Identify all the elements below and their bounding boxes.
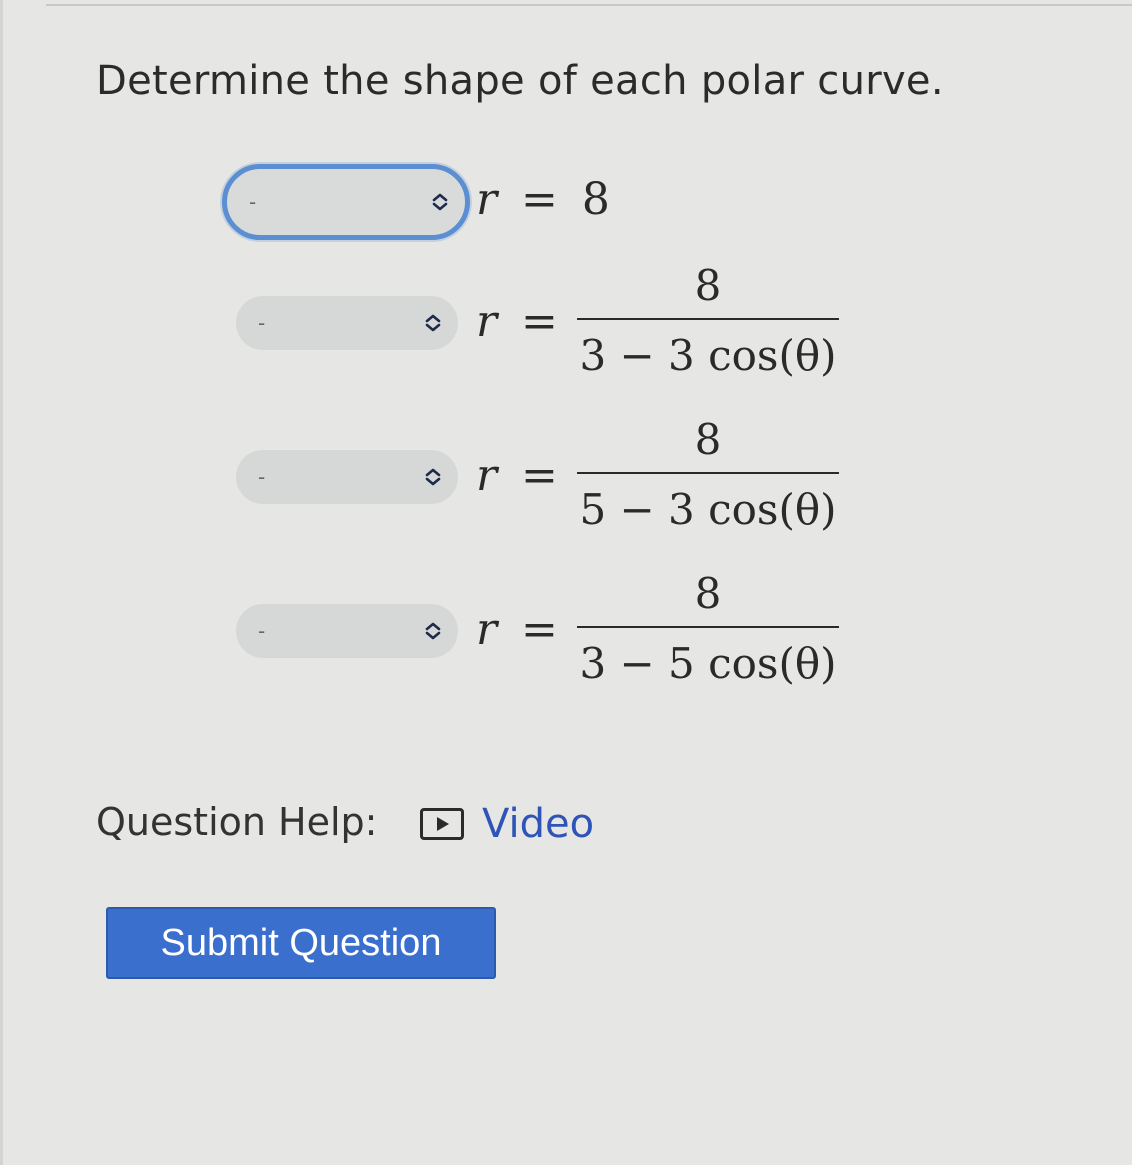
fraction-numerator: 8 xyxy=(694,261,722,310)
equation-1: r = 8 xyxy=(476,174,610,225)
lhs-variable: r xyxy=(476,296,498,347)
submit-question-button[interactable]: Submit Question xyxy=(106,907,496,979)
shape-select-4[interactable]: - xyxy=(236,604,458,658)
lhs-variable: r xyxy=(476,604,498,655)
fraction-bar xyxy=(577,626,839,628)
left-divider xyxy=(0,0,3,1165)
lhs-variable: r xyxy=(476,174,498,225)
fraction-denominator: 3 − 5 cos(θ) xyxy=(579,639,837,688)
equals-sign: = xyxy=(521,296,558,347)
fraction-bar xyxy=(577,472,839,474)
question-help-label: Question Help: xyxy=(96,800,378,844)
shape-select-value: - xyxy=(249,190,257,214)
chevron-updown-icon xyxy=(425,468,441,486)
equals-sign: = xyxy=(521,174,558,225)
fraction-numerator: 8 xyxy=(694,415,722,464)
fraction-bar xyxy=(577,318,839,320)
rhs-value: 8 xyxy=(581,174,610,225)
question-prompt: Determine the shape of each polar curve. xyxy=(96,58,944,104)
video-link-label: Video xyxy=(482,801,595,847)
fraction-numerator: 8 xyxy=(694,569,722,618)
equation-4-fraction: 8 3 − 5 cos(θ) xyxy=(577,566,839,694)
video-play-icon xyxy=(420,808,464,840)
top-divider xyxy=(46,4,1132,6)
shape-select-value: - xyxy=(258,311,266,335)
shape-select-2[interactable]: - xyxy=(236,296,458,350)
shape-select-value: - xyxy=(258,619,266,643)
equation-3-lhs: r = xyxy=(476,450,568,501)
fraction-denominator: 3 − 3 cos(θ) xyxy=(579,331,837,380)
equation-4-lhs: r = xyxy=(476,604,568,655)
shape-select-3[interactable]: - xyxy=(236,450,458,504)
equals-sign: = xyxy=(521,604,558,655)
video-help-link[interactable]: Video xyxy=(420,798,594,850)
lhs-variable: r xyxy=(476,450,498,501)
shape-select-1[interactable]: - xyxy=(222,164,470,240)
chevron-updown-icon xyxy=(425,314,441,332)
chevron-updown-icon xyxy=(425,622,441,640)
equation-2-lhs: r = xyxy=(476,296,568,347)
shape-select-value: - xyxy=(258,465,266,489)
equation-3-fraction: 8 5 − 3 cos(θ) xyxy=(577,412,839,540)
equation-2-fraction: 8 3 − 3 cos(θ) xyxy=(577,258,839,386)
fraction-denominator: 5 − 3 cos(θ) xyxy=(579,485,837,534)
equals-sign: = xyxy=(521,450,558,501)
chevron-updown-icon xyxy=(432,193,448,211)
